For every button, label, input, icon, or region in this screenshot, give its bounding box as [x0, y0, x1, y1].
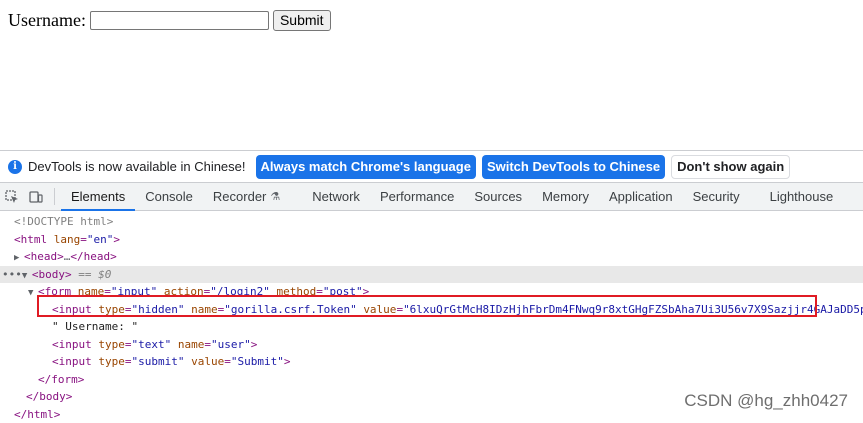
- tab-performance[interactable]: Performance: [370, 183, 464, 210]
- doctype-text: <!DOCTYPE html>: [0, 215, 113, 228]
- tab-sources[interactable]: Sources: [464, 183, 532, 210]
- tab-console[interactable]: Console: [135, 183, 203, 210]
- watermark: CSDN @hg_zhh0427: [684, 391, 848, 411]
- switch-to-chinese-button[interactable]: Switch DevTools to Chinese: [482, 155, 665, 179]
- submit-attr-value-value: "Submit": [231, 355, 284, 368]
- tab-network[interactable]: Network: [302, 183, 370, 210]
- username-text-node: " Username: ": [52, 320, 138, 333]
- tab-lighthouse[interactable]: Lighthouse: [760, 183, 844, 210]
- web-page: Username: Submit: [0, 0, 863, 150]
- head-open: <head>: [24, 250, 64, 263]
- username-input[interactable]: [90, 11, 269, 30]
- more-options-icon[interactable]: •••: [0, 268, 22, 281]
- highlight-box: [37, 295, 817, 317]
- form-close: </form>: [38, 373, 84, 386]
- submit-attr-type: type: [98, 355, 125, 368]
- inspect-element-icon[interactable]: [0, 183, 24, 210]
- html-tag: html: [21, 233, 48, 246]
- dom-line-body[interactable]: •••▼<body> == $0: [0, 266, 863, 284]
- submit-attr-value: value: [191, 355, 224, 368]
- tab-security[interactable]: Security: [683, 183, 750, 210]
- submit-attr-type-value: "submit": [132, 355, 185, 368]
- head-close: </head>: [70, 250, 116, 263]
- dom-line-head[interactable]: ▶<head>…</head>: [0, 248, 863, 266]
- toolbar-divider: [54, 188, 55, 205]
- flask-icon: ⚗: [270, 190, 280, 203]
- dom-line-doctype[interactable]: <!DOCTYPE html>: [0, 213, 863, 231]
- body-close: </body>: [26, 390, 72, 403]
- elements-tree: <!DOCTYPE html> <html lang="en"> ▶<head>…: [0, 211, 863, 421]
- device-toolbar-icon[interactable]: [24, 183, 48, 210]
- html-attr: lang: [54, 233, 81, 246]
- tab-application[interactable]: Application: [599, 183, 683, 210]
- infobar-text: DevTools is now available in Chinese!: [28, 159, 246, 174]
- dom-line-text-input[interactable]: <input type="text" name="user">: [0, 336, 863, 354]
- html-attr-value: "en": [87, 233, 114, 246]
- info-icon: i: [8, 160, 22, 174]
- dom-line-form-close[interactable]: </form>: [0, 371, 863, 389]
- submit-button[interactable]: Submit: [273, 10, 331, 31]
- language-infobar: i DevTools is now available in Chinese! …: [0, 151, 863, 183]
- tab-elements[interactable]: Elements: [61, 183, 135, 210]
- always-match-language-button[interactable]: Always match Chrome's language: [256, 155, 476, 179]
- devtools-tabbar: Elements Console Recorder ⚗ Network Perfo…: [0, 183, 863, 211]
- login-form: Username: Submit: [8, 8, 331, 32]
- username-label: Username:: [8, 10, 86, 31]
- text-input-attr-type: type: [98, 338, 125, 351]
- body-ref: == $0: [78, 268, 111, 281]
- html-close: </html>: [14, 408, 60, 421]
- dom-line-submit-input[interactable]: <input type="submit" value="Submit">: [0, 353, 863, 371]
- dom-line-html[interactable]: <html lang="en">: [0, 231, 863, 249]
- text-input-attr-type-value: "text": [132, 338, 172, 351]
- tab-memory[interactable]: Memory: [532, 183, 599, 210]
- tab-recorder[interactable]: Recorder ⚗: [203, 183, 290, 210]
- text-input-attr-name-value: "user": [211, 338, 251, 351]
- tab-recorder-label: Recorder: [213, 189, 266, 204]
- dont-show-again-button[interactable]: Don't show again: [671, 155, 790, 179]
- text-input-attr-name: name: [178, 338, 205, 351]
- body-open: <body>: [32, 268, 72, 281]
- devtools-panel: i DevTools is now available in Chinese! …: [0, 150, 863, 422]
- dom-line-text-node[interactable]: " Username: ": [0, 318, 863, 336]
